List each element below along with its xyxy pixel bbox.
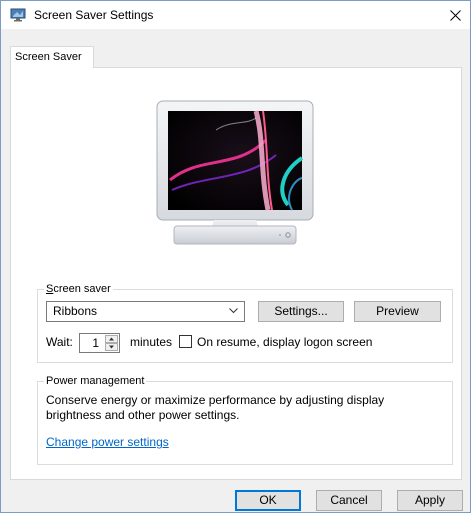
- cancel-button[interactable]: Cancel: [316, 490, 382, 511]
- chevron-down-icon: [229, 308, 238, 314]
- power-management-group: Power management Conserve energy or maxi…: [37, 375, 453, 465]
- minutes-label: minutes: [130, 335, 173, 349]
- tab-screen-saver[interactable]: Screen Saver: [10, 46, 94, 68]
- spin-down-button[interactable]: [105, 343, 118, 351]
- power-description: Conserve energy or maximize performance …: [46, 393, 385, 422]
- screen-saver-icon: [10, 8, 26, 22]
- title-bar: Screen Saver Settings: [1, 1, 470, 29]
- on-resume-label[interactable]: On resume, display logon screen: [197, 335, 372, 349]
- stepper-buttons: [105, 335, 118, 351]
- screen-saver-select[interactable]: Ribbons: [46, 301, 245, 322]
- on-resume-checkbox[interactable]: [179, 335, 192, 348]
- spin-down-arrow-icon: [109, 345, 114, 349]
- screen-saver-group: Screen saver Ribbons Settings... Preview…: [37, 283, 453, 363]
- wait-minutes-value: 1: [92, 336, 99, 350]
- spin-up-button[interactable]: [105, 335, 118, 343]
- tab-panel-screen-saver: Screen saver Ribbons Settings... Preview…: [10, 67, 462, 480]
- settings-button[interactable]: Settings...: [258, 301, 344, 322]
- spin-up-arrow-icon: [109, 337, 114, 341]
- apply-button[interactable]: Apply: [397, 490, 463, 511]
- screen-saver-settings-window: Screen Saver Settings Screen Saver Scree…: [0, 0, 471, 513]
- monitor-preview: [156, 100, 314, 245]
- ok-button[interactable]: OK: [235, 490, 301, 511]
- window-title: Screen Saver Settings: [34, 8, 154, 22]
- wait-label: Wait:: [46, 335, 73, 349]
- close-button[interactable]: [440, 1, 470, 29]
- screen-saver-legend-text: Screen saver: [46, 283, 111, 295]
- preview-button[interactable]: Preview: [354, 301, 441, 322]
- screen-saver-legend: Screen saver: [44, 283, 113, 295]
- close-icon: [449, 9, 461, 21]
- power-management-legend: Power management: [46, 375, 145, 387]
- change-power-settings-link[interactable]: Change power settings: [46, 435, 169, 449]
- screen-saver-selected: Ribbons: [53, 304, 98, 318]
- wait-minutes-stepper[interactable]: 1: [79, 333, 120, 353]
